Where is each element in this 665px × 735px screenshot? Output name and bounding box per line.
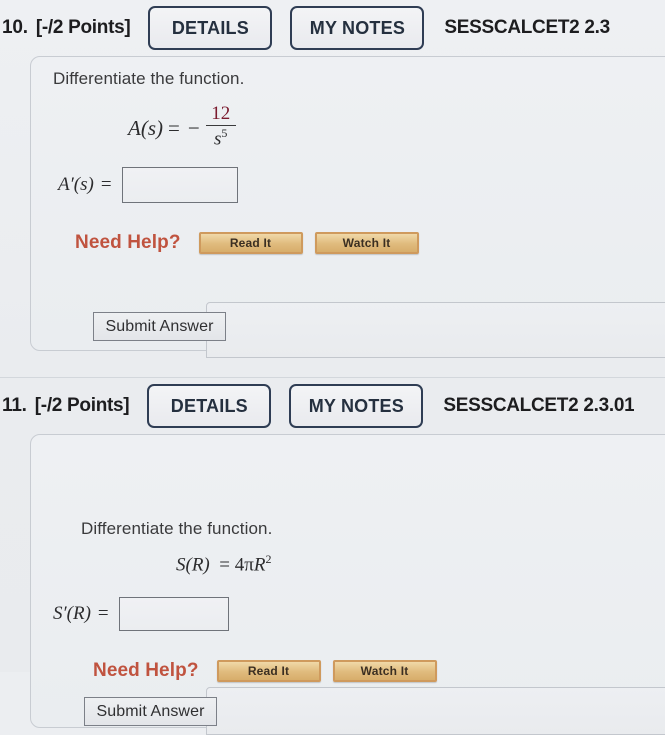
equation-equals: =: [219, 554, 230, 576]
submit-subpanel-11: [206, 687, 665, 735]
question-panel-11: Differentiate the function. S(R) = 4πR2 …: [30, 434, 665, 735]
fraction-numerator: 12: [211, 103, 231, 124]
problem-block-11: 11. [-/2 Points] DETAILS MY NOTES SESSCA…: [0, 378, 665, 735]
question-number: 11.: [2, 395, 27, 416]
page-background: 10. [-/2 Points] DETAILS MY NOTES SESSCA…: [0, 0, 665, 735]
function-equation-11: S(R) = 4πR2: [176, 552, 271, 576]
fraction-denominator: s5: [213, 126, 228, 150]
submit-subpanel-10: [206, 302, 665, 358]
question-header-11: 11. [-/2 Points] DETAILS MY NOTES SESSCA…: [0, 378, 665, 434]
submit-answer-button-11[interactable]: Submit Answer: [84, 697, 217, 726]
answer-row-10: A′(s) =: [58, 167, 238, 203]
equation-variable: R: [253, 554, 266, 576]
equation-exponent: 2: [265, 552, 272, 566]
need-help-label-10: Need Help?: [75, 232, 181, 253]
need-help-label-11: Need Help?: [93, 660, 199, 681]
question-header-10: 10. [-/2 Points] DETAILS MY NOTES SESSCA…: [0, 0, 665, 56]
watch-it-button-10[interactable]: Watch It: [314, 232, 419, 254]
read-it-button-11[interactable]: Read It: [216, 660, 321, 682]
my-notes-button-10[interactable]: MY NOTES: [290, 6, 425, 50]
read-it-button-10[interactable]: Read It: [198, 232, 303, 254]
question-source-10: SESSCALCET2 2.3: [444, 17, 610, 38]
fraction: 12 s5: [205, 103, 236, 151]
my-notes-button-11[interactable]: MY NOTES: [289, 384, 424, 428]
question-source-11: SESSCALCET2 2.3.01: [443, 395, 635, 416]
need-help-row-10: Need Help? Read It Watch It: [75, 232, 419, 254]
details-button-11[interactable]: DETAILS: [147, 384, 272, 428]
question-number: 10.: [2, 17, 28, 38]
equation-lhs: A(s): [128, 115, 163, 140]
equation-minus-sign: −: [187, 115, 200, 140]
equation-lhs: S(R): [176, 554, 210, 576]
watch-it-button-11[interactable]: Watch It: [332, 660, 437, 682]
equation-coefficient: 4: [234, 554, 245, 576]
answer-input-11[interactable]: [118, 597, 229, 631]
function-equation-10: A(s) = − 12 s5: [128, 103, 236, 152]
answer-label-10: A′(s) =: [58, 174, 112, 195]
answer-row-11: S′(R) =: [53, 597, 229, 631]
problem-block-10: 10. [-/2 Points] DETAILS MY NOTES SESSCA…: [0, 0, 665, 358]
answer-label-11: S′(R) =: [53, 603, 109, 624]
question-points: [-/2 Points]: [34, 395, 130, 416]
equation-pi: π: [244, 554, 254, 576]
details-button-10[interactable]: DETAILS: [148, 6, 273, 50]
question-panel-10: Differentiate the function. A(s) = − 12 …: [30, 56, 665, 358]
submit-answer-button-10[interactable]: Submit Answer: [93, 312, 226, 341]
question-prompt-10: Differentiate the function.: [53, 69, 245, 88]
question-points: [-/2 Points]: [35, 17, 131, 38]
answer-input-10[interactable]: [121, 167, 238, 203]
need-help-row-11: Need Help? Read It Watch It: [93, 660, 437, 682]
question-prompt-11: Differentiate the function.: [81, 519, 273, 538]
equation-equals: =: [168, 115, 180, 140]
